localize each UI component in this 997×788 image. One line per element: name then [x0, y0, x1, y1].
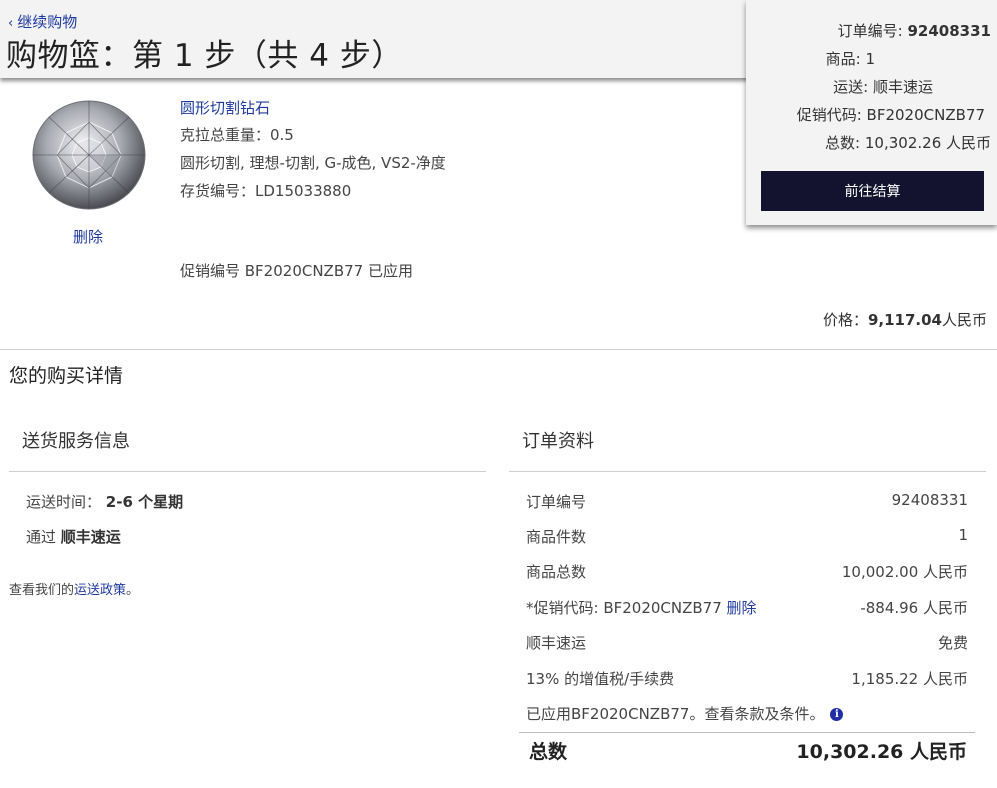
remove-item-link[interactable]: 删除: [73, 226, 103, 247]
item-price: 价格：9,117.04人民币: [822, 311, 987, 329]
item-carat: 克拉总重量：0.5: [180, 126, 294, 144]
summary-items: 商品: 1: [825, 50, 875, 68]
order-row-item-count: 商品件数 1: [526, 526, 968, 546]
purchase-details-title: 您的购买详情: [9, 365, 124, 387]
order-row-subtotal: 商品总数 10,002.00 人民币: [526, 563, 968, 581]
order-row-promo: *促销代码: BF2020CNZB77 删除 -884.96 人民币: [526, 599, 968, 617]
continue-shopping-link[interactable]: ‹ 继续购物: [8, 11, 77, 32]
total-rule: [519, 732, 975, 733]
summary-promo: 促销代码: BF2020CNZB77: [796, 106, 985, 124]
chevron-left-icon: ‹: [8, 16, 14, 31]
order-row-number: 订单编号 92408331: [526, 491, 968, 511]
shipping-info-rule: [9, 471, 486, 472]
page-title: 购物篮：第 1 步（共 4 步）: [6, 38, 403, 74]
section-divider: [0, 349, 997, 350]
order-total: 总数 10,302.26 人民币: [529, 741, 967, 763]
item-title-link[interactable]: 圆形切割钻石: [180, 97, 270, 118]
remove-promo-link[interactable]: 删除: [727, 599, 757, 617]
shipping-policy-link[interactable]: 运送政策: [74, 583, 126, 598]
shipping-policy-note: 查看我们的运送政策。: [9, 583, 140, 598]
order-row-shipping: 顺丰速运 免费: [526, 634, 968, 652]
summary-order-number: 订单编号: 92408331: [837, 22, 991, 40]
shipping-time: 运送时间： 2-6 个星期: [26, 493, 184, 511]
order-summary-panel: 订单编号: 92408331 商品: 1 运送: 顺丰速运 促销代码: BF20…: [746, 0, 997, 225]
promo-terms-note: 已应用BF2020CNZB77。查看条款及条件。 i: [526, 703, 968, 725]
shipping-carrier: 通过 顺丰速运: [26, 528, 121, 546]
item-specs: 圆形切割, 理想-切割, G-成色, VS2-净度: [180, 154, 446, 172]
order-row-vat: 13% 的增值税/手续费 1,185.22 人民币: [526, 670, 968, 688]
order-info-rule: [509, 471, 986, 472]
info-icon[interactable]: i: [830, 708, 844, 721]
continue-shopping-label: 继续购物: [17, 13, 78, 31]
order-info-title: 订单资料: [522, 431, 594, 452]
item-sku: 存货编号：LD15033880: [180, 182, 352, 200]
summary-shipping: 运送: 顺丰速运: [833, 78, 933, 96]
checkout-button[interactable]: 前往结算: [761, 171, 984, 211]
summary-total: 总数: 10,302.26 人民币: [825, 134, 991, 152]
diamond-image: [32, 100, 146, 210]
promo-applied-note: 促销编号 BF2020CNZB77 已应用: [180, 262, 413, 280]
shipping-info-title: 送货服务信息: [22, 431, 130, 452]
